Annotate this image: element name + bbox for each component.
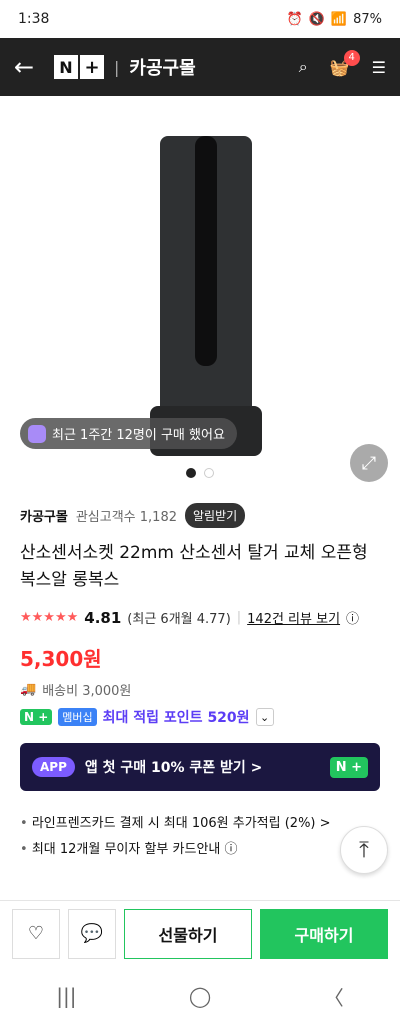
truck-icon: 🚚	[20, 682, 37, 697]
divider: |	[236, 610, 242, 625]
shipping-fee: 배송비 3,000원	[42, 684, 132, 699]
gift-button[interactable]: 선물하기	[124, 908, 252, 959]
follower-count: 관심고객수 1,182	[75, 509, 177, 525]
star-rating-icon: ★★★★★	[20, 610, 79, 625]
system-nav-bar: ||| ◯ 〈	[0, 968, 400, 1024]
cart-badge: 4	[343, 49, 360, 66]
points-row[interactable]: N + 멤버십 최대 적립 포인트 520원 ⌄	[20, 707, 380, 727]
buy-button[interactable]: 구매하기	[260, 908, 388, 959]
heart-icon: ♡	[27, 923, 45, 944]
recent-rating: (최근 6개월 4.77)	[127, 612, 231, 627]
header-separator: |	[114, 57, 120, 77]
nplus-banner-logo: N +	[329, 756, 368, 778]
store-name-header[interactable]: 카공구몰	[129, 54, 195, 80]
home-icon[interactable]: ◯	[189, 984, 211, 1008]
max-points-text: 최대 적립 포인트 520원	[102, 710, 250, 726]
back-nav-icon[interactable]: 〈	[324, 982, 344, 1011]
product-info: 카공구몰 관심고객수 1,182 알림받기 산소센서소켓 22mm 산소센서 탈…	[0, 488, 400, 727]
recent-purchase-badge: 최근 1주간 12명이 구매 했어요	[20, 418, 237, 449]
wishlist-button[interactable]: ♡	[12, 908, 60, 959]
search-icon[interactable]: ⌕	[299, 57, 308, 77]
chat-icon: 💬	[80, 923, 104, 944]
expand-icon[interactable]: ⤢	[350, 444, 388, 482]
scroll-top-button[interactable]: ⤒	[340, 826, 388, 874]
notify-button[interactable]: 알림받기	[185, 502, 246, 528]
reviews-link[interactable]: 142건 리뷰 보기	[247, 608, 340, 627]
info-icon[interactable]: ⓘ	[346, 608, 359, 627]
shipping-row: 🚚 배송비 3,000원	[20, 680, 380, 699]
nplus-logo[interactable]: N +	[54, 55, 104, 79]
rating-score: 4.81	[84, 608, 122, 627]
alarm-icon: ⏰	[286, 11, 303, 27]
n-logo-icon: N	[54, 55, 78, 79]
header-tools: ⌕ 🧺 4 ☰	[299, 49, 386, 77]
product-title: 산소센서소켓 22mm 산소센서 탈거 교체 오픈형 복스알 롱복스	[20, 543, 368, 590]
status-icons: ⏰ 🔇 📶 87%	[287, 12, 382, 27]
store-line: 카공구몰 관심고객수 1,182 알림받기	[20, 500, 380, 530]
price: 5,300원	[20, 647, 102, 671]
recent-apps-icon[interactable]: |||	[56, 984, 76, 1008]
membership-badge: 멤버십	[58, 708, 97, 726]
mute-icon: 🔇	[308, 11, 325, 27]
banner-text: 앱 첫 구매 10% 쿠폰 받기 >	[84, 760, 263, 776]
image-pager	[186, 468, 214, 478]
battery-percent: 87%	[353, 11, 382, 27]
app-coupon-banner[interactable]: APP 앱 첫 구매 10% 쿠폰 받기 > N +	[20, 743, 380, 791]
back-button[interactable]: ←	[14, 53, 44, 81]
chevron-down-icon[interactable]: ⌄	[255, 708, 274, 726]
pager-dot-active[interactable]	[186, 468, 196, 478]
bottom-actions: ♡ 💬 선물하기 구매하기	[0, 900, 400, 966]
rating-row: ★★★★★ 4.81 (최근 6개월 4.77) | 142건 리뷰 보기 ⓘ	[20, 608, 380, 628]
card-benefit[interactable]: 라인프렌즈카드 결제 시 최대 106원 추가적립 (2%) >	[20, 811, 380, 837]
chat-button[interactable]: 💬	[68, 908, 116, 959]
status-time: 1:38	[18, 11, 50, 27]
recent-purchase-text: 최근 1주간 12명이 구매 했어요	[52, 428, 225, 443]
nplus-badge: N +	[20, 709, 53, 725]
product-image	[150, 136, 262, 456]
menu-icon[interactable]: ☰	[372, 58, 386, 77]
status-bar: 1:38 ⏰ 🔇 📶 87%	[0, 0, 400, 38]
plus-logo-icon: +	[80, 55, 104, 79]
product-image-area[interactable]: 최근 1주간 12명이 구매 했어요 ⤢	[0, 96, 400, 488]
store-name[interactable]: 카공구몰	[20, 506, 68, 525]
shopping-bag-icon	[28, 424, 46, 443]
pager-dot[interactable]	[204, 468, 214, 478]
wifi-icon: 📶	[330, 11, 348, 27]
installment-info[interactable]: 최대 12개월 무이자 할부 카드안내 ⓘ	[20, 837, 380, 863]
app-label: APP	[32, 757, 75, 777]
cart-button[interactable]: 🧺 4	[330, 49, 360, 77]
app-header: ← N + | 카공구몰 ⌕ 🧺 4 ☰	[0, 38, 400, 96]
